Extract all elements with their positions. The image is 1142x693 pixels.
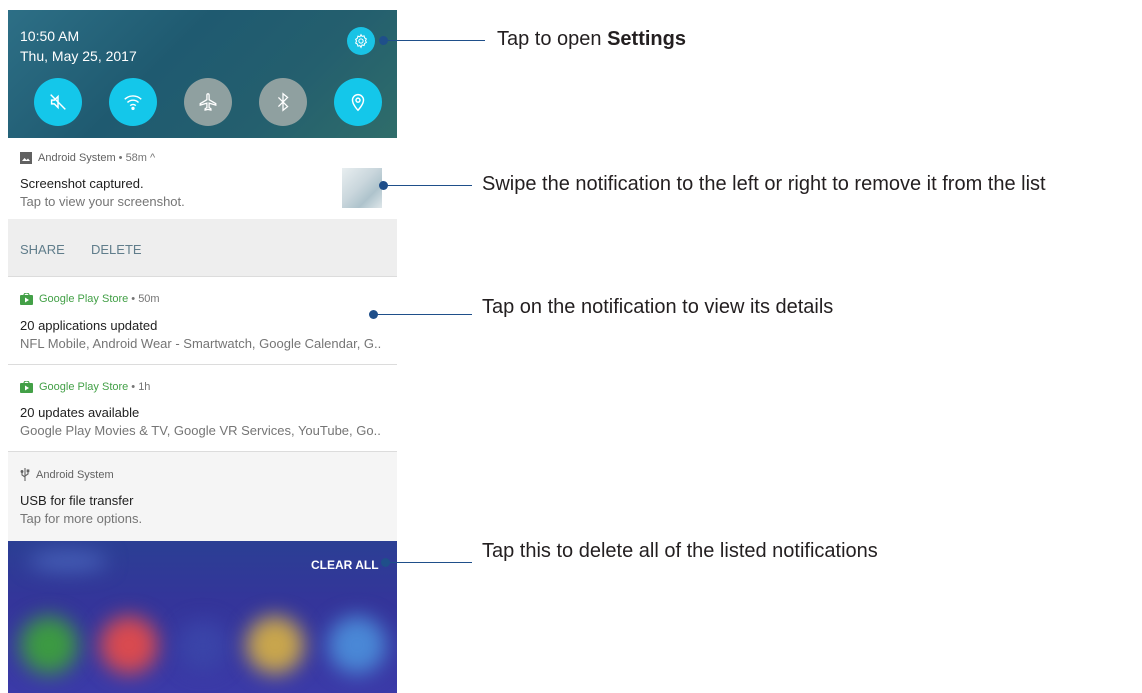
location-toggle[interactable] <box>334 78 382 126</box>
notification-body: NFL Mobile, Android Wear - Smartwatch, G… <box>20 336 382 351</box>
blurred-app-icon <box>100 616 158 674</box>
quick-settings-panel: 10:50 AM Thu, May 25, 2017 <box>8 10 397 138</box>
location-icon <box>351 94 365 112</box>
blurred-app-icon <box>20 616 78 674</box>
notification-app-name: Android System <box>38 152 116 164</box>
notification-app-name: Android System <box>36 468 114 481</box>
notification-time: • 58m ^ <box>118 152 156 164</box>
notification-time: • 1h <box>131 381 151 393</box>
notification-title: 20 updates available <box>20 405 140 420</box>
clock-time: 10:50 AM <box>20 28 80 44</box>
notification-title: USB for file transfer <box>20 493 134 508</box>
screenshot-thumbnail[interactable] <box>342 168 382 208</box>
notification-actions: SHARE DELETE <box>8 219 397 276</box>
callout-line-clear <box>386 562 472 563</box>
notification-app-name: Google Play Store <box>39 293 129 305</box>
bluetooth-icon <box>277 92 289 112</box>
notification-play-store-available[interactable]: Google Play Store • 1h 20 updates availa… <box>8 365 397 452</box>
notification-time: • 50m <box>131 293 160 305</box>
notification-screenshot[interactable]: Android System • 58m ^ Screenshot captur… <box>8 138 397 277</box>
play-store-icon <box>20 381 33 393</box>
blurred-app-icon <box>246 616 304 674</box>
settings-button[interactable] <box>347 27 375 55</box>
delete-button[interactable]: DELETE <box>91 242 142 257</box>
notification-body: Tap to view your screenshot. <box>20 194 185 209</box>
airplane-toggle[interactable] <box>184 78 232 126</box>
notification-header: Google Play Store • 50m <box>20 293 160 305</box>
notification-body: Tap for more options. <box>20 511 143 526</box>
wallpaper-blur <box>28 551 108 571</box>
callout-tap: Tap on the notification to view its deta… <box>482 296 834 318</box>
share-button[interactable]: SHARE <box>20 242 65 257</box>
sound-toggle[interactable] <box>34 78 82 126</box>
image-icon <box>20 152 32 164</box>
notification-shade: 10:50 AM Thu, May 25, 2017 Android Syste… <box>8 10 397 693</box>
wifi-icon <box>124 95 142 111</box>
notification-usb[interactable]: Android System USB for file transfer Tap… <box>8 452 397 541</box>
callout-settings-text: Tap to open <box>497 28 608 50</box>
blurred-app-icon <box>178 621 228 671</box>
play-store-icon <box>20 293 33 305</box>
quick-tiles <box>8 78 397 128</box>
notification-header: Android System • 58m ^ <box>20 152 155 164</box>
callout-line-swipe <box>384 185 472 186</box>
notification-play-store-updated[interactable]: Google Play Store • 50m 20 applications … <box>8 277 397 365</box>
callout-settings-bold: Settings <box>607 28 686 50</box>
blurred-home-screen: CLEAR ALL <box>8 541 397 693</box>
notification-header: Google Play Store • 1h <box>20 381 150 393</box>
airplane-icon <box>199 93 217 111</box>
callout-swipe: Swipe the notification to the left or ri… <box>482 173 1046 195</box>
notification-title: 20 applications updated <box>20 318 158 333</box>
notification-header: Android System <box>20 468 114 481</box>
callout-line-settings <box>384 40 485 41</box>
notification-app-name: Google Play Store <box>39 381 129 393</box>
notification-body: Google Play Movies & TV, Google VR Servi… <box>20 423 381 438</box>
sound-off-icon <box>50 94 66 110</box>
clock-date: Thu, May 25, 2017 <box>20 48 137 64</box>
wifi-toggle[interactable] <box>109 78 157 126</box>
callout-line-tap <box>374 314 472 315</box>
blurred-app-icon <box>328 616 386 674</box>
bluetooth-toggle[interactable] <box>259 78 307 126</box>
notification-title: Screenshot captured. <box>20 176 144 191</box>
usb-icon <box>20 468 30 481</box>
callout-settings: Tap to open Settings <box>497 28 686 51</box>
clear-all-button[interactable]: CLEAR ALL <box>311 558 379 572</box>
callout-clear: Tap this to delete all of the listed not… <box>482 540 878 562</box>
gear-icon <box>354 33 368 49</box>
